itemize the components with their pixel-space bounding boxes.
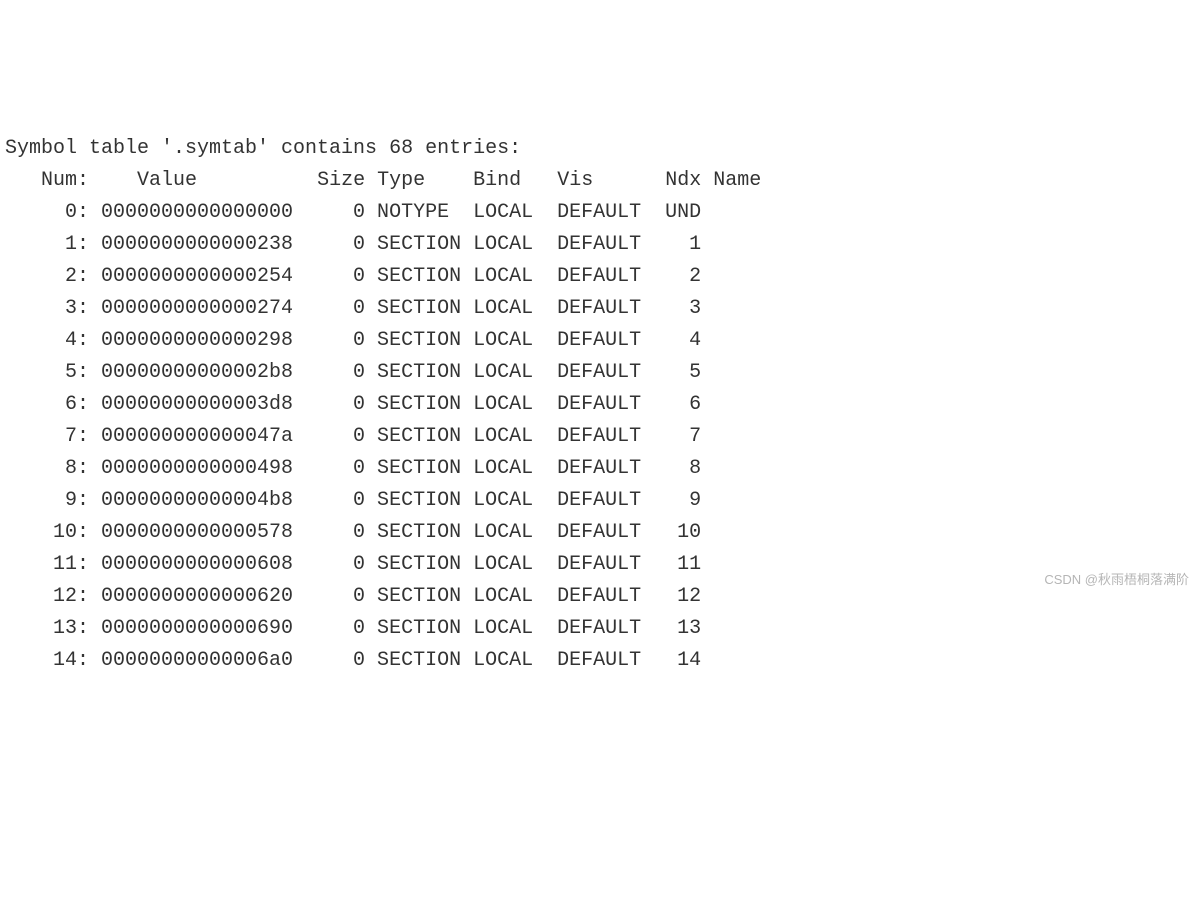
header-name: Name [713,169,761,192]
watermark: CSDN @秋雨梧桐落满阶 [1044,570,1189,591]
header-ndx: Ndx [665,169,701,192]
title-line: Symbol table '.symtab' contains 68 entri… [5,137,521,160]
header-num: Num: [41,169,89,192]
header-type: Type [377,169,425,192]
header-value: Value [137,169,197,192]
header-vis: Vis [557,169,593,192]
header-row: Num: Value Size Type Bind Vis Ndx Name [5,169,761,192]
terminal-output: Symbol table '.symtab' contains 68 entri… [5,133,1196,677]
header-size: Size [317,169,365,192]
header-bind: Bind [473,169,521,192]
data-rows: 0: 0000000000000000 0 NOTYPE LOCAL DEFAU… [5,201,713,672]
